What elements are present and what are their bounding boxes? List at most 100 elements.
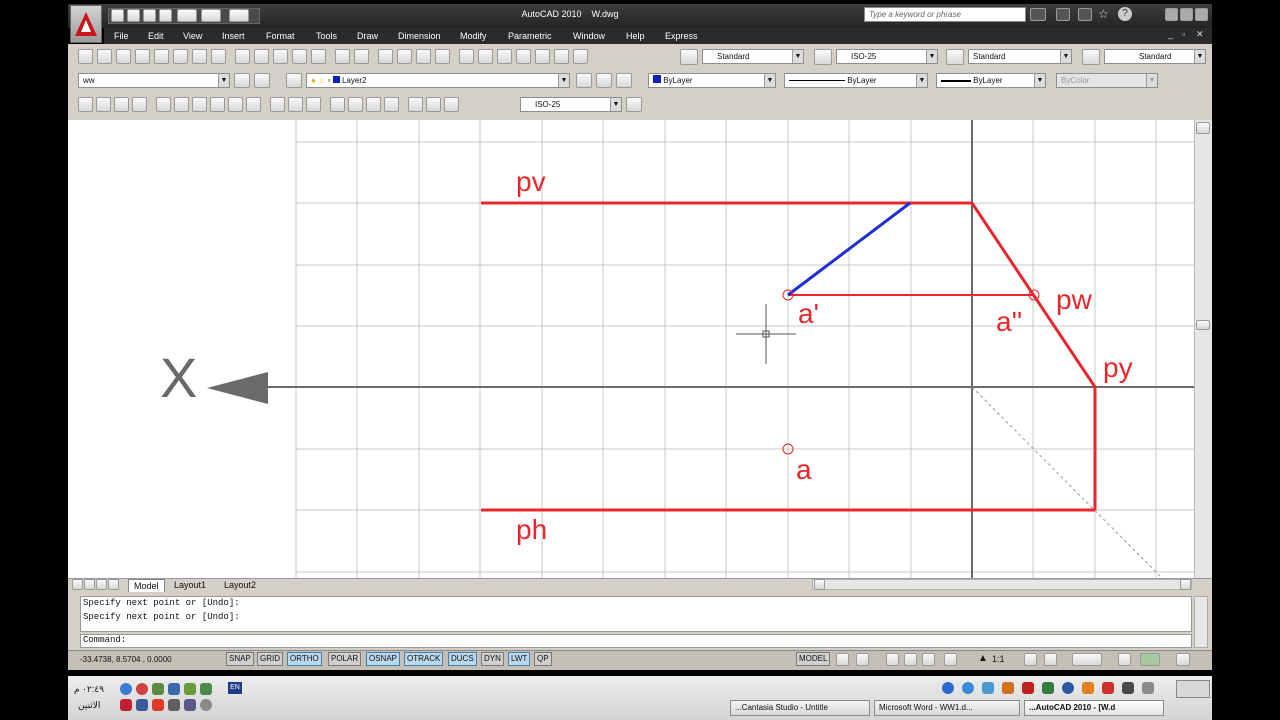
status-tray-button[interactable] <box>1140 653 1160 666</box>
design-center-button[interactable] <box>478 49 493 64</box>
dim-break-button[interactable] <box>306 97 321 112</box>
dim-style-icon[interactable] <box>814 49 832 65</box>
restore-button[interactable] <box>1180 8 1193 21</box>
command-input[interactable] <box>80 634 1192 648</box>
aligned-button[interactable] <box>96 97 111 112</box>
diameter-button[interactable] <box>192 97 207 112</box>
quick-launch-icon-3[interactable] <box>982 682 994 694</box>
match-properties-button[interactable] <box>292 49 307 64</box>
tool-palettes-button[interactable] <box>497 49 512 64</box>
menu-dimension[interactable]: Dimension <box>398 31 441 41</box>
tab-last-button[interactable] <box>108 579 119 590</box>
tray-icon-10[interactable] <box>168 699 180 711</box>
workspace-settings-button[interactable] <box>234 73 250 88</box>
qat-saveas-button[interactable] <box>159 9 172 22</box>
language-indicator[interactable]: EN <box>228 682 242 694</box>
minimize-button[interactable] <box>1165 8 1178 21</box>
quick-launch-icon-1[interactable] <box>942 682 954 694</box>
color-combo[interactable]: ByLayer ▼ <box>648 73 776 88</box>
status-toggle-osnap[interactable]: OSNAP <box>366 652 401 666</box>
status-toggle-lwt[interactable]: LWT <box>508 652 531 666</box>
properties-button[interactable] <box>459 49 474 64</box>
menu-modify[interactable]: Modify <box>460 31 487 41</box>
qnew-button[interactable] <box>97 49 112 64</box>
dim-style-combo[interactable]: ISO-25 ▼ <box>836 49 938 64</box>
doc-restore-button[interactable]: ▫ <box>1182 29 1185 39</box>
zoom-previous-button[interactable] <box>435 49 450 64</box>
tray-icon-7[interactable] <box>120 699 132 711</box>
scroll-thumb[interactable] <box>1196 320 1210 330</box>
menu-draw[interactable]: Draw <box>357 31 378 41</box>
calculator-button[interactable] <box>554 49 569 64</box>
status-toggle-dyn[interactable]: DYN <box>481 652 504 666</box>
layer-state-button[interactable] <box>616 73 632 88</box>
pan-button[interactable] <box>378 49 393 64</box>
markup-button[interactable] <box>535 49 550 64</box>
horizontal-scrollbar[interactable] <box>812 579 1192 590</box>
qat-undo-button[interactable] <box>177 9 197 22</box>
quick-launch-icon-11[interactable] <box>1142 682 1154 694</box>
quick-launch-icon-10[interactable] <box>1122 682 1134 694</box>
ordinate-button[interactable] <box>132 97 147 112</box>
subscription-button[interactable] <box>1078 8 1092 21</box>
qat-plot-button[interactable] <box>229 9 249 22</box>
command-scrollbar[interactable] <box>1194 596 1208 648</box>
tray-icon-8[interactable] <box>136 699 148 711</box>
tab-first-button[interactable] <box>72 579 83 590</box>
doc-minimize-button[interactable]: _ <box>1168 29 1173 39</box>
quick-launch-icon-6[interactable] <box>1042 682 1054 694</box>
workspace-switch-button[interactable] <box>1072 653 1102 666</box>
status-toggle-grid[interactable]: GRID <box>257 652 283 666</box>
menu-file[interactable]: File <box>114 31 129 41</box>
doc-close-button[interactable]: ✕ <box>1196 29 1204 40</box>
menu-express[interactable]: Express <box>665 31 698 41</box>
new-button[interactable] <box>78 49 93 64</box>
status-toggle-snap[interactable]: SNAP <box>226 652 254 666</box>
qat-new-button[interactable] <box>111 9 124 22</box>
lineweight-combo[interactable]: ByLayer ▼ <box>936 73 1046 88</box>
sheet-set-button[interactable] <box>516 49 531 64</box>
layer-previous-button[interactable] <box>596 73 612 88</box>
close-button[interactable] <box>1195 8 1208 21</box>
status-toggle-ortho[interactable]: ORTHO <box>287 652 322 666</box>
make-current-layer-button[interactable] <box>576 73 592 88</box>
status-toggle-otrack[interactable]: OTRACK <box>404 652 444 666</box>
menu-tools[interactable]: Tools <box>316 31 337 41</box>
help-button[interactable] <box>573 49 588 64</box>
tray-icon-5[interactable] <box>184 683 196 695</box>
tab-layout1[interactable]: Layout1 <box>174 579 206 591</box>
start-button[interactable] <box>1176 680 1210 698</box>
showmotion-button[interactable] <box>944 653 957 666</box>
dim-space-button[interactable] <box>288 97 303 112</box>
taskbar-item[interactable]: Microsoft Word - WW1.d... <box>874 700 1020 716</box>
tab-prev-button[interactable] <box>84 579 95 590</box>
tray-icon-12[interactable] <box>200 699 212 711</box>
app-menu-button[interactable] <box>70 5 102 43</box>
arc-length-button[interactable] <box>114 97 129 112</box>
tray-icon-11[interactable] <box>184 699 196 711</box>
plot-preview-button[interactable] <box>173 49 188 64</box>
save-button[interactable] <box>135 49 150 64</box>
workspace-combo[interactable]: ww ▼ <box>78 73 230 88</box>
baseline-button[interactable] <box>246 97 261 112</box>
zoom-window-button[interactable] <box>416 49 431 64</box>
zoom-button[interactable] <box>904 653 917 666</box>
angular-button[interactable] <box>210 97 225 112</box>
table-style-combo[interactable]: Standard ▼ <box>968 49 1072 64</box>
search-button[interactable] <box>1030 8 1046 21</box>
status-toggle-polar[interactable]: POLAR <box>328 652 362 666</box>
quick-view-button[interactable] <box>856 653 869 666</box>
paste-button[interactable] <box>273 49 288 64</box>
pan-button[interactable] <box>886 653 899 666</box>
workspace-customize-button[interactable] <box>254 73 270 88</box>
clean-screen-button[interactable] <box>1176 653 1190 666</box>
drawing-area[interactable]: pv a' a'' pw py a ph X <box>68 120 1194 578</box>
annotation-visibility-button[interactable] <box>1024 653 1037 666</box>
cut-button[interactable] <box>235 49 250 64</box>
tab-layout2[interactable]: Layout2 <box>224 579 256 591</box>
linear-button[interactable] <box>78 97 93 112</box>
dim-update-button[interactable] <box>444 97 459 112</box>
lock-toolbar-button[interactable] <box>1118 653 1131 666</box>
text-style-icon[interactable] <box>680 49 698 65</box>
inspect-button[interactable] <box>366 97 381 112</box>
